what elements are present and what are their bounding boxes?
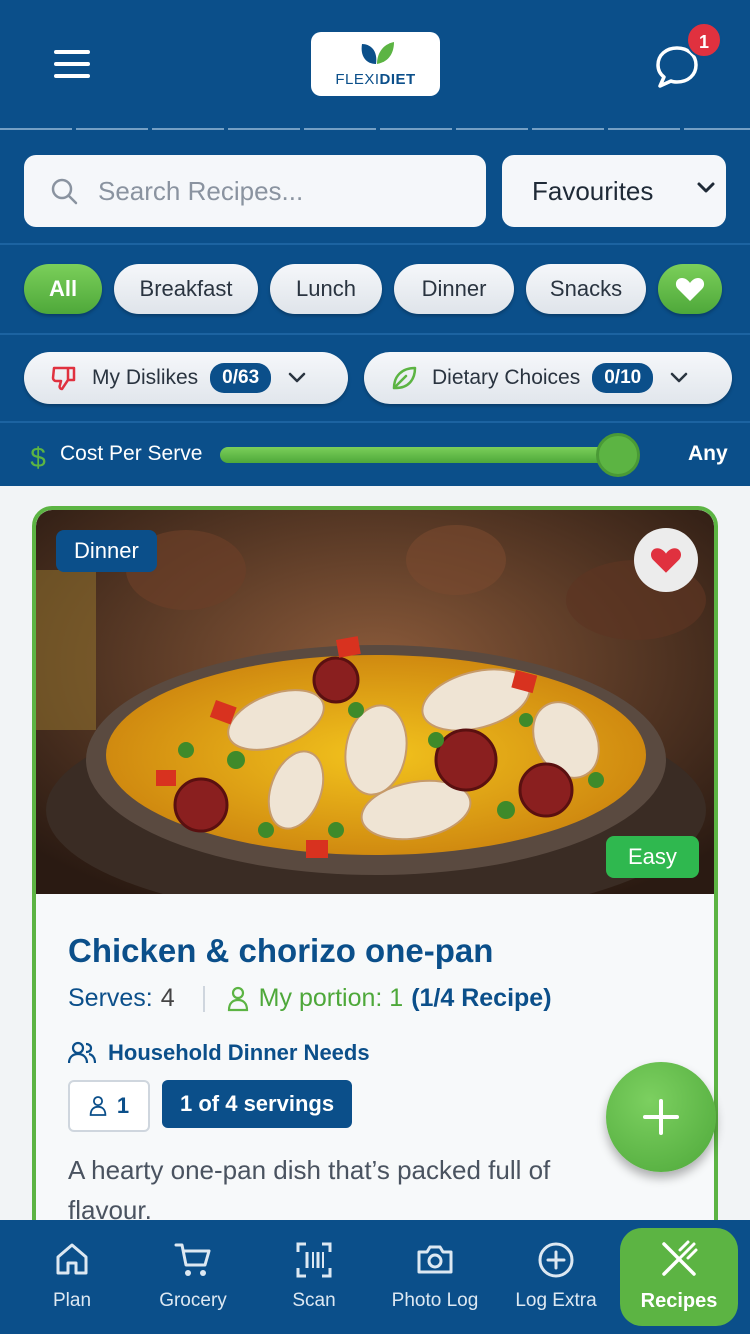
recipe-description: A hearty one-pan dish that’s packed full… [68,1155,551,1225]
favourite-button[interactable] [634,528,698,592]
chip-breakfast[interactable]: Breakfast [114,264,258,314]
row-divider [0,421,750,423]
logo-leaf-icon [361,42,394,64]
dollar-icon: $ [30,442,46,472]
difficulty-badge: Easy [606,836,699,878]
camera-icon [417,1245,453,1274]
row-divider [0,333,750,335]
nav-label: Photo Log [391,1290,479,1311]
header-divider [0,128,750,130]
people-icon [68,1041,96,1064]
leaf-icon [392,366,417,390]
favourites-select[interactable]: Favourites [502,155,726,227]
fork-knife-icon [662,1240,698,1276]
chip-favourites[interactable] [658,264,722,314]
cost-value-label: Any [688,442,728,465]
dietary-label: Dietary Choices [432,366,581,389]
search-icon [51,178,78,205]
person-icon [89,1096,107,1116]
nav-item-log-extra[interactable]: Log Extra [496,1220,616,1334]
nav-item-recipes[interactable]: Recipes [620,1228,738,1326]
dislikes-count: 0/63 [210,363,272,393]
recipe-category-tag: Dinner [56,530,157,572]
dislikes-label: My Dislikes [92,366,199,389]
person-icon [227,986,248,1011]
add-button[interactable] [606,1062,716,1172]
cost-per-serve-row: $ Cost Per Serve Any [0,428,750,484]
portion-label: My portion: 1 [258,984,404,1012]
bottom-nav: Plan Grocery Scan Photo Log Log Extra Re… [0,1220,750,1334]
chip-lunch[interactable]: Lunch [270,264,382,314]
plus-icon [643,1099,679,1135]
app-logo: FLEXIDIET [311,32,440,96]
heart-icon [675,278,705,301]
portion-extra: (1/4 Recipe) [411,984,552,1012]
barcode-scan-icon [296,1242,332,1278]
servings-badge: 1 of 4 servings [162,1080,353,1128]
cart-icon [174,1243,211,1276]
menu-icon[interactable] [54,50,90,78]
nav-label: Log Extra [515,1290,597,1311]
nav-item-scan[interactable]: Scan [254,1220,374,1334]
cost-slider-track[interactable] [220,447,620,463]
cost-slider-handle[interactable] [596,433,640,477]
chevron-down-icon [697,182,715,193]
people-count: 1 [116,1093,130,1118]
plus-circle-icon [538,1242,574,1278]
household-label: Household Dinner Needs [108,1040,370,1065]
home-icon [56,1243,88,1275]
household-people-count[interactable]: 1 [68,1080,150,1132]
household-row: Household Dinner Needs [68,1040,370,1066]
logo-text-light: FLEXI [335,71,380,88]
chip-all[interactable]: All [24,264,102,314]
recipe-photo: Dinner Easy [36,510,714,894]
logo-text-bold: DIET [379,71,416,88]
search-input[interactable]: Search Recipes... [24,155,486,227]
chip-dinner[interactable]: Dinner [394,264,514,314]
svg-text:$: $ [30,442,46,472]
serves-row: Serves: 4 My portion: 1 (1/4 Recipe) [68,984,552,1013]
cost-label: Cost Per Serve [60,442,203,465]
thumbs-down-icon [51,366,76,391]
app-header: FLEXIDIET 1 [0,0,750,130]
search-placeholder: Search Recipes... [98,175,304,206]
nav-label: Recipes [640,1290,718,1312]
separator [202,985,205,1012]
nav-item-plan[interactable]: Plan [12,1220,132,1334]
notification-badge: 1 [686,22,722,58]
serves-value: 4 [160,984,175,1012]
recipe-title: Chicken & chorizo one-pan [68,932,494,969]
nav-item-photo-log[interactable]: Photo Log [375,1220,495,1334]
category-chips: All Breakfast Lunch Dinner Snacks [24,264,734,316]
dislikes-filter[interactable]: My Dislikes 0/63 [24,352,348,404]
nav-label: Grocery [159,1290,227,1311]
serves-label: Serves: [68,984,153,1012]
heart-icon [650,548,682,573]
row-divider [0,243,750,245]
dietary-count: 0/10 [592,363,654,393]
chip-snacks[interactable]: Snacks [526,264,646,314]
chevron-down-icon [670,372,688,383]
select-value: Favourites [532,175,654,206]
nav-label: Plan [52,1290,92,1311]
nav-label: Scan [292,1290,336,1311]
nav-item-grocery[interactable]: Grocery [133,1220,253,1334]
dietary-filter[interactable]: Dietary Choices 0/10 [364,352,732,404]
chevron-down-icon [288,372,306,383]
